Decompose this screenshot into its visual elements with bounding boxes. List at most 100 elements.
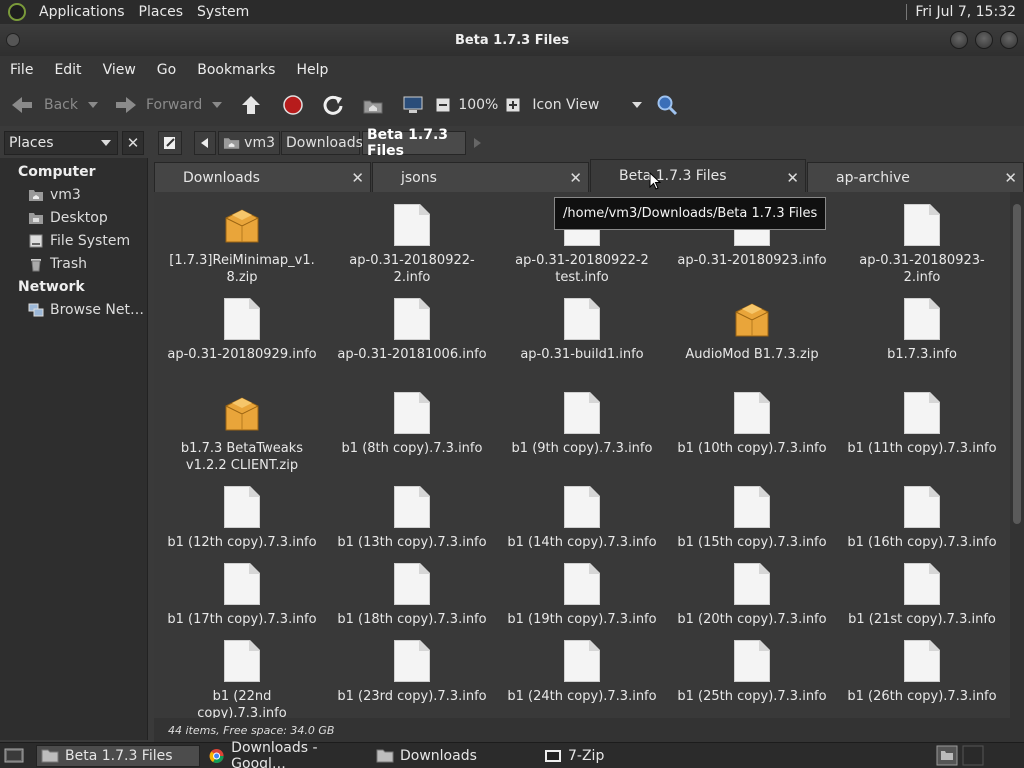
- file-icon-view[interactable]: [1.7.3]ReiMinimap_v1.8.zip ap-0.31-201809…: [154, 192, 1010, 718]
- file-item[interactable]: b1 (11th copy).7.3.info: [837, 392, 1007, 457]
- file-item[interactable]: [1.7.3]ReiMinimap_v1.8.zip: [157, 204, 327, 286]
- breadcrumb-current[interactable]: Beta 1.7.3 Files: [362, 127, 466, 159]
- window-menu-icon[interactable]: [6, 33, 20, 47]
- close-window-button[interactable]: [1000, 31, 1018, 49]
- minimize-button[interactable]: [950, 31, 968, 49]
- file-item[interactable]: b1.7.3.info: [837, 298, 1007, 363]
- search-button[interactable]: [656, 90, 678, 120]
- close-tab-icon[interactable]: ✕: [1004, 169, 1017, 187]
- file-item[interactable]: b1 (13th copy).7.3.info: [327, 486, 497, 551]
- workspace-switcher-icon[interactable]: [936, 745, 958, 766]
- file-item[interactable]: ap-0.31-20180922-2.info: [327, 204, 497, 286]
- file-item[interactable]: b1 (12th copy).7.3.info: [157, 486, 327, 551]
- taskbar-item-7zip[interactable]: 7-Zip: [540, 745, 704, 767]
- taskbar-item-chrome-downloads[interactable]: Downloads - Googl…: [204, 740, 370, 768]
- breadcrumb-downloads[interactable]: Downloads: [281, 131, 363, 155]
- file-item[interactable]: b1 (9th copy).7.3.info: [497, 392, 667, 457]
- file-item[interactable]: b1 (14th copy).7.3.info: [497, 486, 667, 551]
- file-item[interactable]: b1 (15th copy).7.3.info: [667, 486, 837, 551]
- file-item[interactable]: b1 (10th copy).7.3.info: [667, 392, 837, 457]
- distro-logo-icon[interactable]: [8, 3, 26, 21]
- workspace-2-icon[interactable]: [962, 745, 984, 766]
- sidebar-item-label: File System: [50, 233, 131, 249]
- menu-view[interactable]: View: [93, 62, 147, 78]
- file-item[interactable]: b1 (23rd copy).7.3.info: [327, 640, 497, 705]
- file-item[interactable]: b1 (17th copy).7.3.info: [157, 563, 327, 628]
- menu-help[interactable]: Help: [286, 62, 339, 78]
- reload-button[interactable]: [322, 90, 344, 120]
- hard-drive-icon: [29, 234, 43, 248]
- sidebar-item-trash[interactable]: Trash: [28, 254, 87, 274]
- folder-icon: [41, 749, 59, 763]
- trash-icon: [31, 259, 41, 272]
- file-item[interactable]: b1 (22nd copy).7.3.info: [157, 640, 327, 718]
- file-name-label: AudioMod B1.7.3.zip: [685, 347, 819, 362]
- tab-downloads[interactable]: Downloads ✕: [154, 162, 371, 192]
- toggle-location-entry-button[interactable]: [158, 131, 182, 155]
- computer-button[interactable]: [402, 90, 424, 120]
- close-sidebar-button[interactable]: ✕: [122, 131, 144, 155]
- file-item[interactable]: b1 (21st copy).7.3.info: [837, 563, 1007, 628]
- file-item[interactable]: ap-0.31-build1.info: [497, 298, 667, 363]
- chrome-icon: [209, 749, 224, 763]
- file-item[interactable]: b1 (24th copy).7.3.info: [497, 640, 667, 705]
- forward-button[interactable]: Forward: [114, 90, 223, 120]
- sidebar-item-browse-network[interactable]: Browse Net…: [28, 300, 144, 320]
- menu-bookmarks[interactable]: Bookmarks: [187, 62, 286, 78]
- file-item[interactable]: b1 (26th copy).7.3.info: [837, 640, 1007, 705]
- back-button[interactable]: Back: [10, 90, 98, 120]
- close-tab-icon[interactable]: ✕: [351, 169, 364, 187]
- file-item[interactable]: ap-0.31-20180923-2.info: [837, 204, 1007, 286]
- clock[interactable]: Fri Jul 7, 15:32: [906, 4, 1024, 20]
- up-button[interactable]: [240, 90, 262, 120]
- back-history-dropdown-icon[interactable]: [88, 102, 98, 108]
- forward-history-dropdown-icon[interactable]: [212, 102, 223, 108]
- file-item[interactable]: ap-0.31-20180929.info: [157, 298, 327, 363]
- close-tab-icon[interactable]: ✕: [569, 169, 582, 187]
- file-item[interactable]: b1 (8th copy).7.3.info: [327, 392, 497, 457]
- menu-edit[interactable]: Edit: [44, 62, 92, 78]
- breadcrumb-vm3[interactable]: vm3: [218, 131, 280, 155]
- scrollbar-thumb[interactable]: [1013, 204, 1021, 524]
- tab-jsons[interactable]: jsons ✕: [372, 162, 589, 192]
- file-item[interactable]: b1 (25th copy).7.3.info: [667, 640, 837, 705]
- system-menu[interactable]: System: [190, 4, 256, 20]
- menu-file[interactable]: File: [0, 62, 44, 78]
- file-item[interactable]: b1 (18th copy).7.3.info: [327, 563, 497, 628]
- tab-ap-archive[interactable]: ap-archive ✕: [807, 162, 1024, 192]
- view-mode-select[interactable]: Icon View: [532, 90, 643, 120]
- zip-archive-icon: [734, 300, 770, 340]
- file-item[interactable]: b1 (20th copy).7.3.info: [667, 563, 837, 628]
- tab-beta-files[interactable]: Beta 1.7.3 Files ✕: [590, 159, 806, 192]
- breadcrumb-scroll-left[interactable]: [194, 131, 216, 155]
- file-item[interactable]: AudioMod B1.7.3.zip: [667, 298, 837, 363]
- vertical-scrollbar[interactable]: [1010, 192, 1024, 718]
- file-item[interactable]: b1.7.3 BetaTweaks v1.2.2 CLIENT.zip: [157, 392, 327, 474]
- taskbar-item-downloads[interactable]: Downloads: [372, 745, 536, 767]
- places-menu[interactable]: Places: [132, 4, 191, 20]
- stop-button[interactable]: [282, 90, 304, 120]
- applications-menu[interactable]: Applications: [32, 4, 132, 20]
- file-item[interactable]: b1 (16th copy).7.3.info: [837, 486, 1007, 551]
- zoom-out-button[interactable]: [436, 90, 450, 120]
- sidebar-item-file-system[interactable]: File System: [28, 231, 130, 251]
- close-tab-icon[interactable]: ✕: [786, 169, 799, 187]
- chevron-right-icon[interactable]: [474, 138, 482, 148]
- text-document-icon: [394, 563, 430, 605]
- maximize-button[interactable]: [975, 31, 993, 49]
- home-button[interactable]: [362, 90, 384, 120]
- text-document-icon: [904, 298, 940, 340]
- file-item[interactable]: ap-0.31-20181006.info: [327, 298, 497, 363]
- text-document-icon: [224, 486, 260, 528]
- taskbar-item-beta-files[interactable]: Beta 1.7.3 Files: [36, 745, 200, 767]
- sidebar-type-select[interactable]: Places: [4, 131, 118, 155]
- file-item[interactable]: b1 (19th copy).7.3.info: [497, 563, 667, 628]
- zoom-in-button[interactable]: [506, 90, 520, 120]
- chevron-down-icon: [101, 140, 111, 146]
- search-icon: [657, 95, 678, 116]
- window-titlebar[interactable]: Beta 1.7.3 Files: [0, 24, 1024, 56]
- show-desktop-icon[interactable]: [4, 747, 24, 765]
- sidebar-item-desktop[interactable]: Desktop: [28, 208, 108, 228]
- menu-go[interactable]: Go: [147, 62, 187, 78]
- sidebar-item-vm3[interactable]: vm3: [28, 185, 81, 205]
